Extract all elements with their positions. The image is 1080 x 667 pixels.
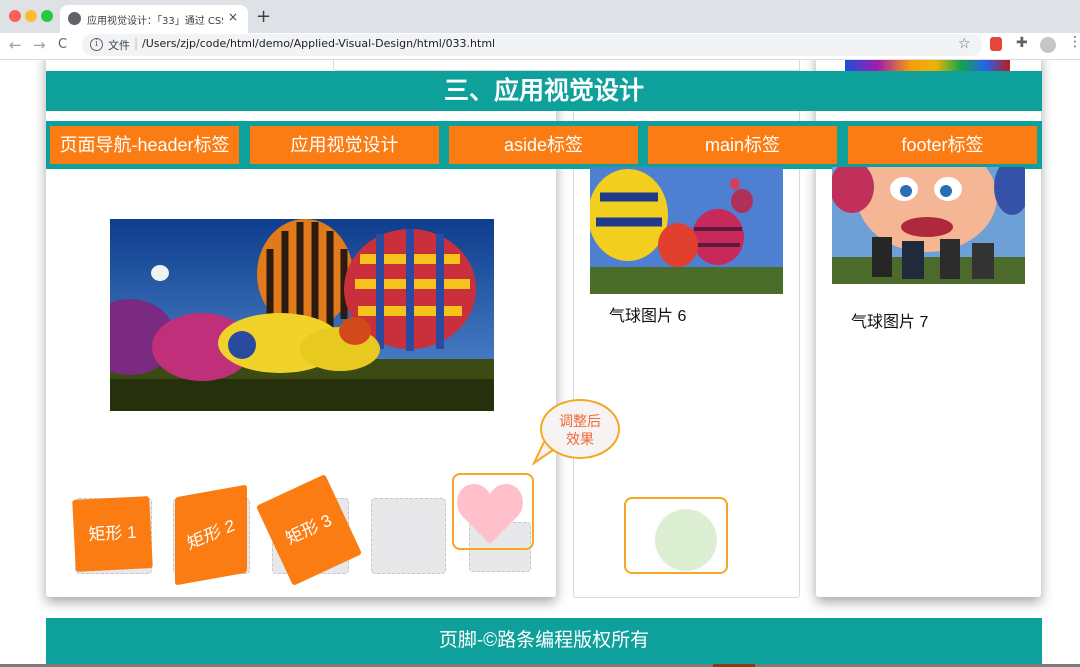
nav-bar: 页面导航-header标签 应用视觉设计 aside标签 main标签 foot… (46, 121, 1042, 169)
new-tab-button[interactable]: + (256, 6, 271, 27)
light-green-circle (655, 509, 717, 571)
rect-3-label: 矩形 3 (282, 510, 335, 549)
rect-1-label: 矩形 1 (87, 522, 138, 545)
rect-2: 矩形 2 (175, 484, 247, 586)
balloon-image-6 (590, 167, 783, 294)
effect-bubble: 调整后 效果 (540, 399, 620, 459)
browser-toolbar: ← → C i 文件 | /Users/zjp/code/html/demo/A… (0, 33, 1080, 60)
url-scheme-label: 文件 (108, 39, 130, 52)
browser-tab-bar: 应用视觉设计：「33」通过 CSS × + (0, 0, 1080, 33)
forward-icon[interactable]: → (33, 36, 46, 54)
tab-title: 应用视觉设计：「33」通过 CSS (87, 16, 223, 27)
rect-2-label: 矩形 2 (185, 515, 237, 554)
balloon-main-image (110, 219, 494, 411)
extension-icon[interactable] (990, 37, 1002, 51)
balloon-7-caption: 气球图片 7 (851, 314, 929, 331)
nav-item-header[interactable]: 页面导航-header标签 (50, 126, 239, 164)
rect-1: 矩形 1 (72, 496, 153, 572)
globe-icon (68, 12, 81, 25)
browser-tab[interactable]: 应用视觉设计：「33」通过 CSS × (60, 5, 248, 33)
nav-item-visual-design[interactable]: 应用视觉设计 (250, 126, 439, 164)
page-footer: 页脚-©路条编程版权所有 (46, 618, 1042, 667)
balloon-image-7 (832, 167, 1025, 284)
middle-card-top (333, 60, 800, 71)
url-text[interactable]: /Users/zjp/code/html/demo/Applied-Visual… (142, 37, 495, 50)
nav-item-footer[interactable]: footer标签 (848, 126, 1037, 164)
nav-item-aside[interactable]: aside标签 (449, 126, 638, 164)
page-title: 三、应用视觉设计 (46, 71, 1042, 111)
browser-menu-icon[interactable]: ⋮ (1068, 34, 1080, 50)
minimize-window-button[interactable] (25, 10, 37, 22)
profile-avatar[interactable] (1040, 37, 1056, 53)
bubble-line-1: 调整后 (559, 413, 601, 429)
bookmark-star-icon[interactable]: ☆ (958, 36, 971, 52)
page-viewport: 三、应用视觉设计 页面导航-header标签 应用视觉设计 aside标签 ma… (0, 60, 1080, 667)
url-separator: | (134, 36, 139, 50)
maximize-window-button[interactable] (41, 10, 53, 22)
reload-icon[interactable]: C (58, 37, 67, 52)
back-icon[interactable]: ← (9, 36, 22, 54)
nav-item-main[interactable]: main标签 (648, 126, 837, 164)
balloon-6-caption: 气球图片 6 (609, 308, 687, 325)
heart-shape (457, 484, 523, 544)
close-tab-icon[interactable]: × (228, 10, 238, 24)
close-window-button[interactable] (9, 10, 21, 22)
info-icon[interactable]: i (90, 38, 103, 51)
bubble-line-2: 效果 (566, 431, 594, 447)
address-bar[interactable]: i 文件 | /Users/zjp/code/html/demo/Applied… (82, 34, 982, 56)
extensions-puzzle-icon[interactable]: ✚ (1016, 35, 1028, 51)
